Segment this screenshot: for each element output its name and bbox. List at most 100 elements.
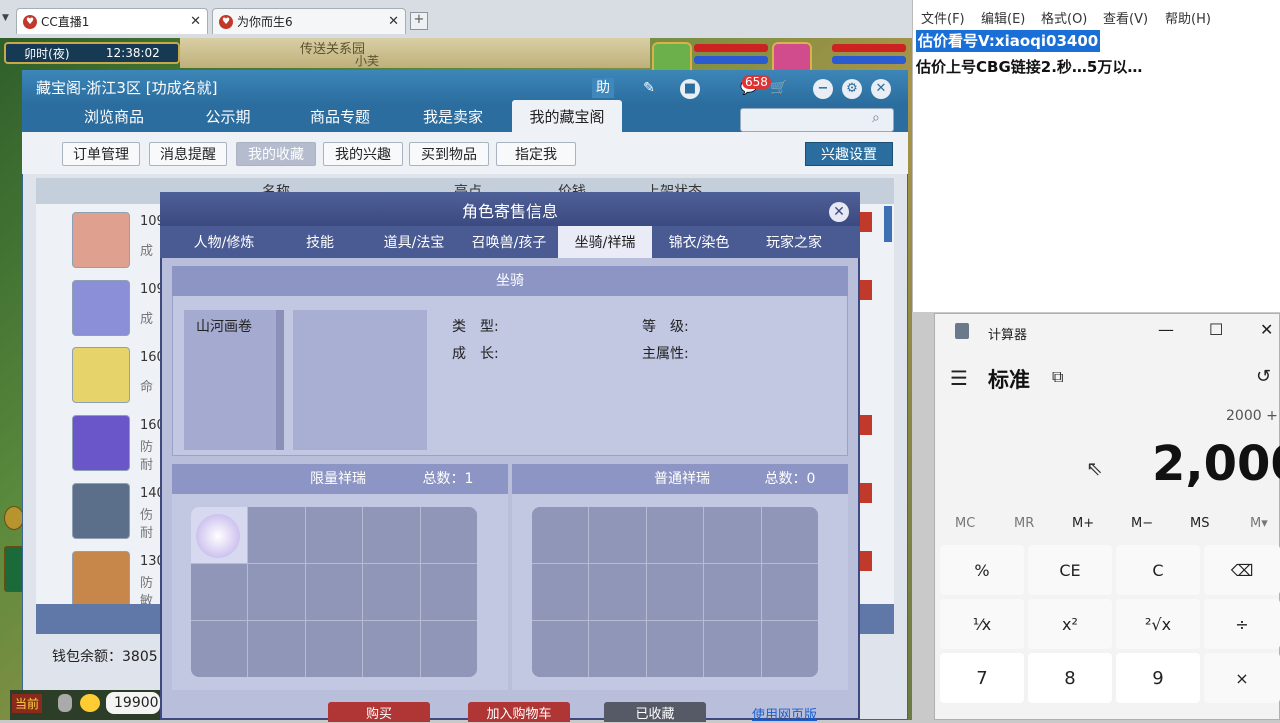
xiangrui-slot[interactable] (248, 564, 305, 620)
favorited-button[interactable]: 已收藏 (604, 702, 706, 722)
item-thumbnail[interactable] (72, 483, 130, 539)
close-icon[interactable]: ✕ (829, 202, 849, 222)
tab-items[interactable]: 道具/法宝 (368, 226, 460, 258)
xiangrui-slot[interactable] (420, 621, 477, 677)
tab-my-cbg[interactable]: 我的藏宝阁 (512, 100, 622, 132)
memory-add-button[interactable]: M+ (1072, 516, 1094, 531)
tab-pets[interactable]: 召唤兽/孩子 (460, 226, 558, 258)
backspace-button[interactable]: ⌫ (1204, 545, 1280, 595)
bought-items-button[interactable]: 买到物品 (409, 142, 489, 166)
web-version-link[interactable]: 使用网页版 (752, 704, 817, 723)
close-icon[interactable]: ✕ (871, 79, 891, 99)
xiangrui-slot[interactable] (191, 564, 248, 620)
clear-entry-button[interactable]: CE (1028, 545, 1112, 595)
help-button[interactable]: 助 (592, 78, 614, 98)
tab-list-arrow-icon[interactable]: ▼ (2, 13, 12, 25)
tab-outfits[interactable]: 锦衣/染色 (652, 226, 746, 258)
xiangrui-slot[interactable] (191, 621, 248, 677)
tab-seller[interactable]: 我是卖家 (403, 100, 503, 132)
square-root-button[interactable]: ²√x (1116, 599, 1200, 649)
eight-button[interactable]: 8 (1028, 653, 1112, 703)
xiangrui-slot[interactable] (248, 507, 305, 563)
xiangrui-slot[interactable] (589, 564, 646, 620)
tab-home[interactable]: 玩家之家 (746, 226, 842, 258)
xiangrui-slot[interactable] (646, 507, 704, 563)
notepad-line-highlighted[interactable]: 估价看号V:xiaoqi03400 (916, 30, 1101, 52)
memory-clear-button[interactable]: MC (955, 516, 975, 531)
menu-format[interactable]: 格式(O) (1041, 8, 1087, 27)
multiply-button[interactable]: × (1204, 653, 1280, 703)
memory-subtract-button[interactable]: M− (1131, 516, 1153, 531)
close-tab-icon[interactable]: ✕ (388, 14, 399, 29)
xiangrui-slot[interactable] (420, 564, 477, 620)
world-channel-button[interactable] (4, 546, 24, 592)
xiangrui-slot[interactable] (363, 564, 420, 620)
interest-settings-button[interactable]: 兴趣设置 (805, 142, 893, 166)
list-scrollbar[interactable] (884, 206, 892, 242)
unicorn-mount-icon[interactable] (196, 514, 240, 558)
item-thumbnail[interactable] (72, 347, 130, 403)
menu-file[interactable]: 文件(F) (921, 8, 965, 27)
xiangrui-slot[interactable] (363, 507, 420, 563)
maximize-icon[interactable]: ☐ (1209, 320, 1223, 339)
percent-button[interactable]: % (940, 545, 1024, 595)
divide-button[interactable]: ÷ (1204, 599, 1280, 649)
message-reminder-button[interactable]: 消息提醒 (149, 142, 227, 166)
memory-store-button[interactable]: MS (1190, 516, 1209, 531)
memory-recall-button[interactable]: MR (1014, 516, 1034, 531)
tab-mounts[interactable]: 坐骑/祥瑞 (558, 226, 652, 258)
item-thumbnail[interactable] (72, 212, 130, 268)
current-channel-label[interactable]: 当前 (12, 694, 43, 713)
emoji-icon[interactable] (80, 694, 100, 712)
menu-edit[interactable]: 编辑(E) (981, 8, 1025, 27)
my-interests-button[interactable]: 我的兴趣 (323, 142, 403, 166)
tab-character[interactable]: 人物/修炼 (176, 226, 272, 258)
xiangrui-slot[interactable] (305, 564, 363, 620)
stop-icon[interactable]: ■ (680, 79, 700, 99)
keep-on-top-icon[interactable]: ⧉ (1052, 367, 1063, 387)
item-thumbnail[interactable] (72, 551, 130, 607)
buy-button[interactable]: 购买 (328, 702, 430, 722)
xiangrui-slot[interactable] (589, 507, 646, 563)
order-management-button[interactable]: 订单管理 (62, 142, 140, 166)
xiangrui-slot[interactable] (761, 564, 818, 620)
xiangrui-slot[interactable] (248, 621, 305, 677)
xiangrui-slot[interactable] (761, 621, 818, 677)
xiangrui-slot[interactable] (704, 564, 761, 620)
designated-me-button[interactable]: 指定我 (496, 142, 576, 166)
clear-button[interactable]: C (1116, 545, 1200, 595)
memory-list-button[interactable]: M▾ (1250, 516, 1268, 531)
mount-list-item[interactable]: 山河画卷 (184, 310, 276, 450)
new-tab-button[interactable]: + (410, 12, 428, 30)
xiangrui-slot[interactable] (420, 507, 477, 563)
xiangrui-slot[interactable] (646, 621, 704, 677)
nine-button[interactable]: 9 (1116, 653, 1200, 703)
seven-button[interactable]: 7 (940, 653, 1024, 703)
item-thumbnail[interactable] (72, 415, 130, 471)
minimize-icon[interactable]: — (1158, 320, 1174, 339)
settings-icon[interactable]: ⚙ (842, 79, 862, 99)
notepad-line[interactable]: 估价上号CBG链接2.秒…5万以… (916, 56, 1142, 77)
reciprocal-button[interactable]: ¹⁄x (940, 599, 1024, 649)
search-input[interactable] (740, 108, 894, 132)
xiangrui-slot[interactable] (532, 507, 589, 563)
xiangrui-slot[interactable] (761, 507, 818, 563)
close-tab-icon[interactable]: ✕ (190, 14, 201, 29)
item-thumbnail[interactable] (72, 280, 130, 336)
xiangrui-slot[interactable] (305, 507, 363, 563)
close-icon[interactable]: ✕ (1260, 320, 1273, 339)
tab-announce[interactable]: 公示期 (178, 100, 278, 132)
tab-skills[interactable]: 技能 (272, 226, 368, 258)
my-favorites-button[interactable]: 我的收藏 (236, 142, 316, 166)
xiangrui-slot[interactable] (704, 621, 761, 677)
minimize-icon[interactable]: − (813, 79, 833, 99)
xiangrui-slot[interactable] (305, 621, 363, 677)
xiangrui-slot[interactable] (646, 564, 704, 620)
xiangrui-slot[interactable] (589, 621, 646, 677)
square-button[interactable]: x² (1028, 599, 1112, 649)
edit-icon[interactable]: ✎ (638, 78, 660, 98)
tab-browse[interactable]: 浏览商品 (64, 100, 164, 132)
menu-help[interactable]: 帮助(H) (1165, 8, 1211, 27)
menu-view[interactable]: 查看(V) (1103, 8, 1148, 27)
add-to-cart-button[interactable]: 加入购物车 (468, 702, 570, 722)
